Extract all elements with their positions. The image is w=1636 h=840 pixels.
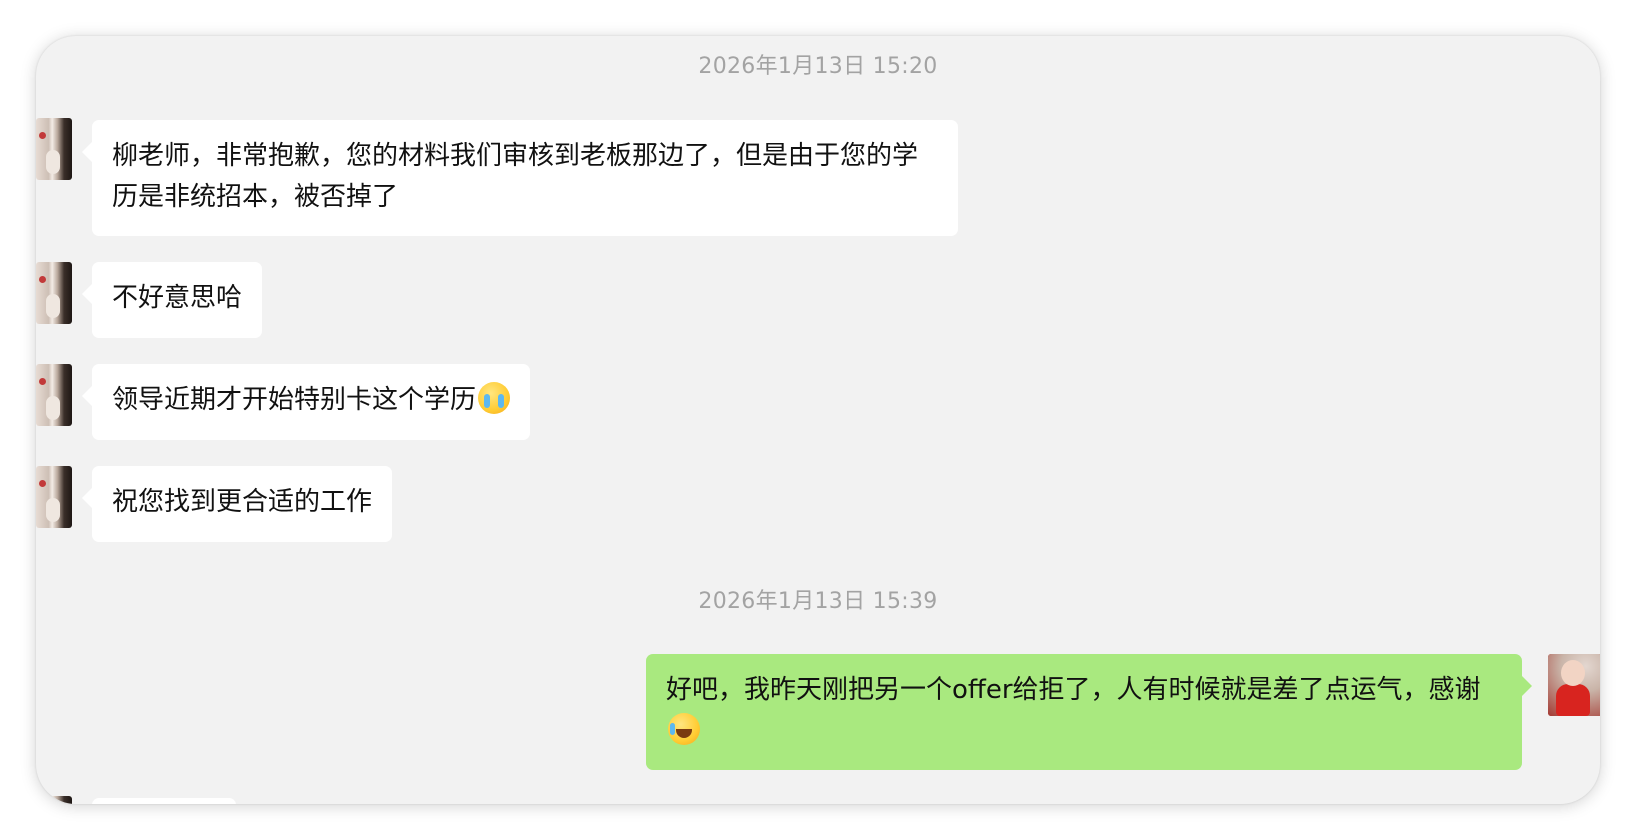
outgoing-message[interactable]: 好吧，我昨天刚把另一个offer给拒了，人有时候就是差了点运气，感谢 bbox=[646, 654, 1532, 770]
crying-face-icon bbox=[478, 382, 511, 414]
contact-avatar[interactable] bbox=[36, 364, 72, 426]
message-text: 祝您找到更合适的工作 bbox=[112, 487, 373, 517]
contact-avatar[interactable] bbox=[36, 466, 72, 528]
contact-avatar[interactable] bbox=[36, 796, 72, 804]
laughing-face-icon bbox=[668, 713, 700, 745]
timestamp: 2026年1月13日 15:20 bbox=[698, 54, 938, 79]
incoming-message[interactable]: 领导近期才开始特别卡这个学历 bbox=[81, 364, 531, 440]
message-text: 好吧，我昨天刚把另一个offer给拒了，人有时候就是差了点运气，感谢 bbox=[666, 675, 1481, 705]
incoming-message-partial[interactable] bbox=[92, 798, 236, 804]
avatar-face bbox=[1561, 660, 1585, 686]
message-text: 不好意思哈 bbox=[112, 283, 243, 313]
timestamp: 2026年1月13日 15:39 bbox=[698, 589, 938, 614]
my-avatar[interactable] bbox=[1548, 654, 1600, 716]
message-text: 柳老师，非常抱歉，您的材料我们审核到老板那边了，但是由于您的学历是非统招本，被否… bbox=[112, 141, 919, 212]
avatar-figure bbox=[1556, 684, 1590, 716]
chat-window: 2026年1月13日 15:20 柳老师，非常抱歉，您的材料我们审核到老板那边了… bbox=[36, 36, 1600, 804]
incoming-message[interactable]: 祝您找到更合适的工作 bbox=[81, 466, 393, 542]
incoming-message[interactable]: 不好意思哈 bbox=[81, 262, 263, 338]
contact-avatar[interactable] bbox=[36, 262, 72, 324]
message-text: 领导近期才开始特别卡这个学历 bbox=[112, 385, 477, 415]
contact-avatar[interactable] bbox=[36, 118, 72, 180]
incoming-message[interactable]: 柳老师，非常抱歉，您的材料我们审核到老板那边了，但是由于您的学历是非统招本，被否… bbox=[82, 120, 958, 236]
